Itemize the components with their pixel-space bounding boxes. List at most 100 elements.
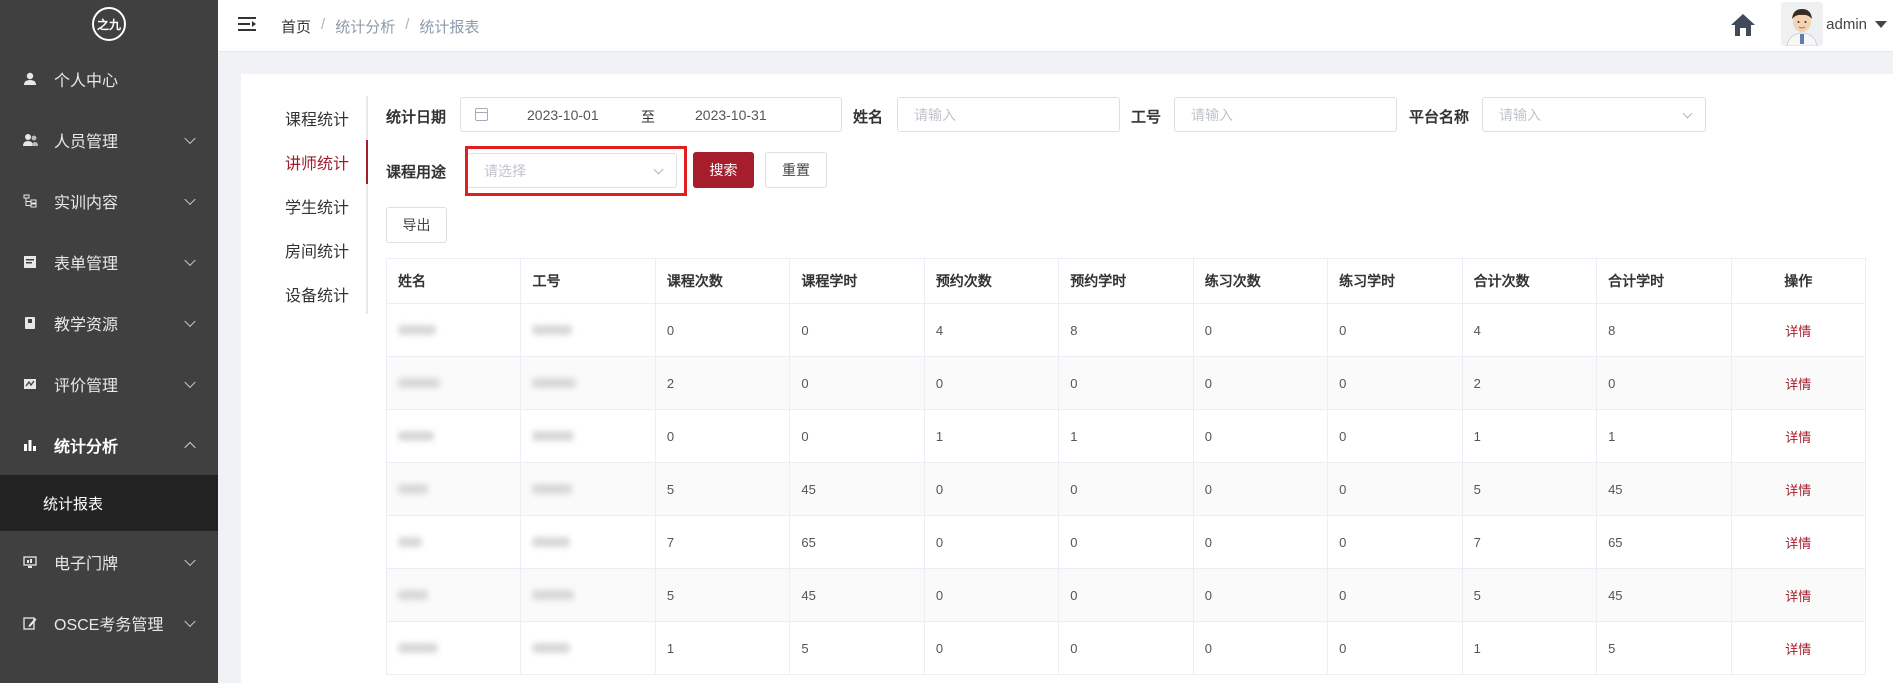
table-cell: 45 bbox=[1597, 569, 1732, 621]
table-cell: 0 bbox=[1059, 622, 1194, 674]
platform-select[interactable]: 请输入 bbox=[1482, 97, 1706, 132]
table-cell: 0 bbox=[925, 569, 1060, 621]
table-cell: 0 bbox=[1059, 357, 1194, 409]
detail-link[interactable]: 详情 bbox=[1732, 304, 1866, 356]
sidebar-item-user[interactable]: 个人中心 bbox=[0, 48, 218, 109]
sidebar-item-label: OSCE考务管理 bbox=[54, 616, 164, 634]
reset-button[interactable]: 重置 bbox=[765, 152, 827, 188]
column-header: 课程学时 bbox=[790, 259, 925, 303]
name-cell-redacted bbox=[387, 516, 522, 568]
sidebar-item-tree[interactable]: 实训内容 bbox=[0, 170, 218, 231]
table-cell: 4 bbox=[1463, 304, 1598, 356]
detail-link[interactable]: 详情 bbox=[1732, 463, 1866, 515]
table-row: 7 65 0 0 0 0 7 65 详情 bbox=[387, 516, 1866, 569]
chevron-down-icon bbox=[184, 132, 196, 144]
stat-nav-item[interactable]: 房间统计 bbox=[241, 228, 366, 272]
sidebar-subitem-statistics-report[interactable]: 统计报表 bbox=[0, 475, 218, 531]
caret-down-icon[interactable] bbox=[1875, 21, 1887, 28]
table-cell: 7 bbox=[1463, 516, 1598, 568]
menu-toggle-icon[interactable] bbox=[238, 16, 256, 32]
date-start[interactable]: 2023-10-01 bbox=[527, 107, 599, 123]
table-cell: 45 bbox=[790, 463, 925, 515]
stat-nav-item[interactable]: 学生统计 bbox=[241, 184, 366, 228]
chevron-down-icon bbox=[184, 193, 196, 205]
sidebar-item-evaluation[interactable]: 评价管理 bbox=[0, 353, 218, 414]
table-cell: 0 bbox=[790, 304, 925, 356]
sidebar-item-label: 人员管理 bbox=[54, 133, 119, 151]
breadcrumb-home[interactable]: 首页 bbox=[281, 16, 311, 37]
detail-link[interactable]: 详情 bbox=[1732, 357, 1866, 409]
detail-link[interactable]: 详情 bbox=[1732, 516, 1866, 568]
column-header: 姓名 bbox=[387, 259, 522, 303]
logo: 之九 bbox=[0, 0, 218, 48]
date-range-picker[interactable]: 2023-10-01 至 2023-10-31 bbox=[460, 97, 842, 132]
sidebar-item-bar-chart[interactable]: 统计分析 bbox=[0, 414, 218, 475]
redacted-text bbox=[398, 325, 436, 335]
id-input[interactable]: 请输入 bbox=[1174, 97, 1397, 132]
table-row: 5 45 0 0 0 0 5 45 详情 bbox=[387, 569, 1866, 622]
column-header: 练习学时 bbox=[1328, 259, 1463, 303]
id-cell-redacted bbox=[521, 410, 656, 462]
stat-nav-item[interactable]: 课程统计 bbox=[241, 96, 366, 140]
table-cell: 65 bbox=[790, 516, 925, 568]
sidebar-item-form[interactable]: 表单管理 bbox=[0, 231, 218, 292]
table-cell: 0 bbox=[925, 622, 1060, 674]
stat-nav-item[interactable]: 设备统计 bbox=[241, 272, 366, 316]
sidebar-item-book[interactable]: 教学资源 bbox=[0, 292, 218, 353]
evaluation-icon bbox=[22, 376, 38, 392]
date-end[interactable]: 2023-10-31 bbox=[695, 107, 767, 123]
table-cell: 0 bbox=[1194, 410, 1329, 462]
table-cell: 8 bbox=[1597, 304, 1732, 356]
detail-link[interactable]: 详情 bbox=[1732, 622, 1866, 674]
table-cell: 1 bbox=[656, 622, 791, 674]
column-header: 练习次数 bbox=[1194, 259, 1329, 303]
detail-link[interactable]: 详情 bbox=[1732, 569, 1866, 621]
sidebar: 之九 个人中心人员管理实训内容 表单管理 教学资源 评价管理 统计分析 统计报表 电子门… bbox=[0, 0, 218, 683]
redacted-text bbox=[398, 643, 438, 653]
user-name[interactable]: admin bbox=[1826, 16, 1867, 33]
content-card: 课程统计 讲师统计 学生统计 房间统计 设备统计 统计日期 2023-10-01 至 2… bbox=[241, 74, 1893, 683]
id-placeholder: 请输入 bbox=[1191, 106, 1233, 123]
monitor-icon bbox=[22, 554, 38, 570]
top-header: 首页 / 统计分析 / 统计报表 admin bbox=[218, 0, 1893, 52]
avatar[interactable] bbox=[1781, 2, 1823, 46]
sidebar-item-edit[interactable]: OSCE考务管理 bbox=[0, 592, 218, 653]
form-icon bbox=[22, 254, 38, 270]
sidebar-item-monitor[interactable]: 电子门牌 bbox=[0, 531, 218, 592]
table-cell: 0 bbox=[1328, 516, 1463, 568]
table-cell: 5 bbox=[1463, 463, 1598, 515]
calendar-icon bbox=[475, 108, 488, 121]
redacted-text bbox=[532, 590, 575, 600]
name-cell-redacted bbox=[387, 463, 522, 515]
table-cell: 0 bbox=[1059, 516, 1194, 568]
edit-icon bbox=[22, 615, 38, 631]
breadcrumb-statistics[interactable]: 统计分析 bbox=[335, 16, 395, 37]
table-cell: 0 bbox=[1597, 357, 1732, 409]
stat-nav-item[interactable]: 讲师统计 bbox=[241, 140, 368, 184]
name-input[interactable]: 请输入 bbox=[897, 97, 1120, 132]
platform-placeholder: 请输入 bbox=[1499, 106, 1541, 123]
detail-link[interactable]: 详情 bbox=[1732, 410, 1866, 462]
id-cell-redacted bbox=[521, 463, 656, 515]
redacted-text bbox=[532, 643, 571, 653]
table-cell: 5 bbox=[1597, 622, 1732, 674]
sidebar-item-people[interactable]: 人员管理 bbox=[0, 109, 218, 170]
home-icon[interactable] bbox=[1729, 12, 1757, 38]
export-button[interactable]: 导出 bbox=[386, 207, 447, 243]
sidebar-item-label: 个人中心 bbox=[54, 72, 119, 90]
search-button[interactable]: 搜索 bbox=[693, 152, 754, 188]
avatar-image bbox=[1781, 2, 1823, 46]
id-cell-redacted bbox=[521, 569, 656, 621]
table-cell: 0 bbox=[1328, 304, 1463, 356]
table-cell: 0 bbox=[1194, 622, 1329, 674]
chevron-up-icon bbox=[184, 441, 196, 453]
table-cell: 0 bbox=[790, 410, 925, 462]
table-cell: 2 bbox=[656, 357, 791, 409]
name-placeholder: 请输入 bbox=[914, 106, 956, 123]
table-cell: 5 bbox=[656, 569, 791, 621]
highlight-box bbox=[465, 146, 687, 196]
table-cell: 4 bbox=[925, 304, 1060, 356]
column-header: 合计学时 bbox=[1597, 259, 1732, 303]
chevron-down-icon bbox=[184, 315, 196, 327]
redacted-text bbox=[398, 590, 428, 600]
